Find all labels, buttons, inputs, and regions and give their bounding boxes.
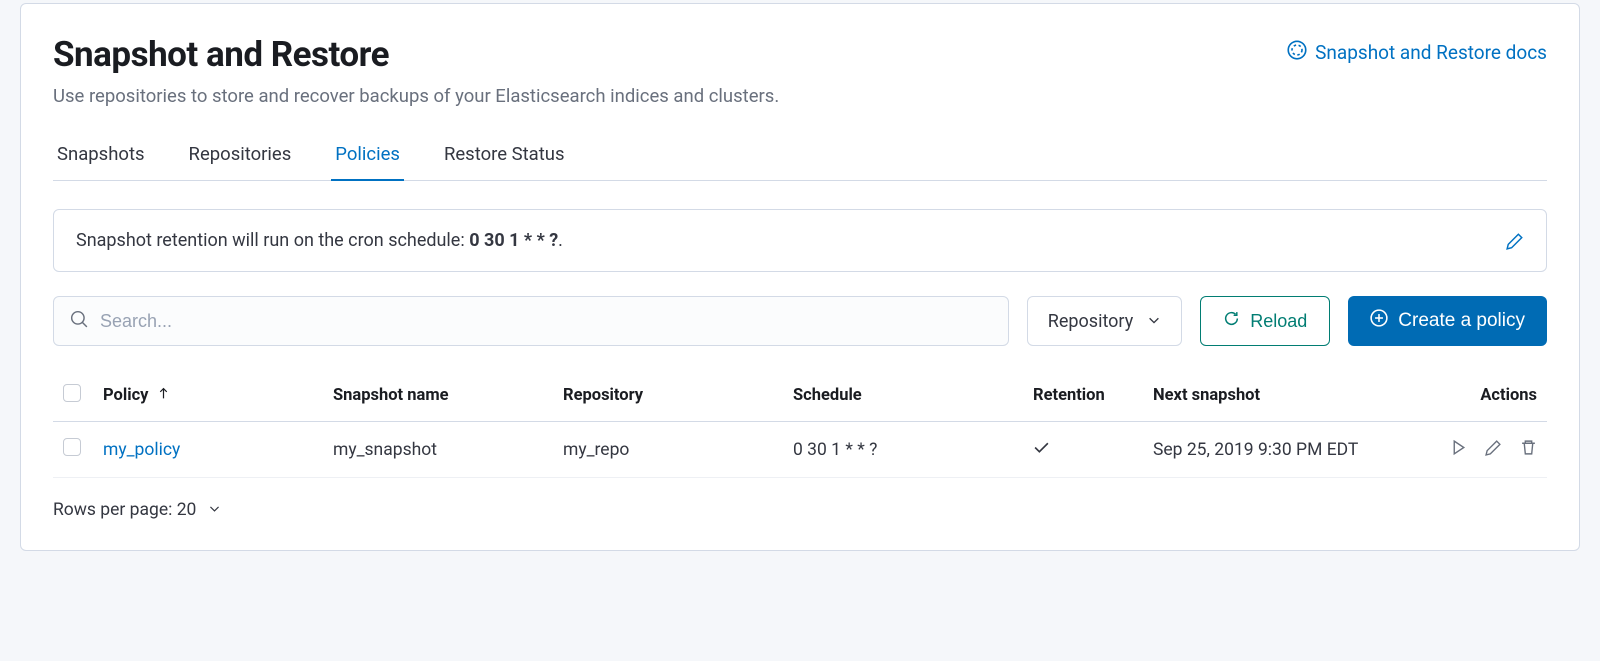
header-next-snapshot[interactable]: Next snapshot	[1143, 370, 1373, 422]
repository-filter-label: Repository	[1048, 311, 1133, 332]
docs-link-text: Snapshot and Restore docs	[1315, 41, 1547, 64]
tab-snapshots[interactable]: Snapshots	[53, 143, 149, 181]
page-title: Snapshot and Restore	[53, 34, 389, 75]
header-retention[interactable]: Retention	[1023, 370, 1143, 422]
tab-restore-status[interactable]: Restore Status	[440, 143, 569, 181]
delete-action[interactable]	[1520, 439, 1537, 456]
run-action[interactable]	[1450, 439, 1467, 456]
repository-filter[interactable]: Repository	[1027, 296, 1182, 346]
help-icon	[1287, 40, 1307, 65]
header-schedule[interactable]: Schedule	[783, 370, 1023, 422]
header-snapshot-name[interactable]: Snapshot name	[323, 370, 553, 422]
table-row: my_policy my_snapshot my_repo 0 30 1 * *…	[53, 422, 1547, 478]
policies-table: Policy Snapshot name Repository Schedule…	[53, 370, 1547, 478]
callout-text: Snapshot retention will run on the cron …	[76, 230, 563, 251]
header-repository[interactable]: Repository	[553, 370, 783, 422]
edit-action[interactable]	[1485, 439, 1502, 456]
callout-prefix: Snapshot retention will run on the cron …	[76, 230, 469, 251]
play-icon	[1450, 439, 1467, 456]
page-subtitle: Use repositories to store and recover ba…	[53, 85, 1547, 107]
trash-icon	[1520, 439, 1537, 456]
check-icon	[1033, 441, 1050, 461]
select-all-checkbox[interactable]	[63, 384, 81, 402]
search-icon	[70, 310, 88, 332]
callout-suffix: .	[558, 230, 563, 251]
header-policy[interactable]: Policy	[93, 370, 323, 422]
search-input[interactable]	[100, 311, 992, 332]
cell-snapshot-name: my_snapshot	[323, 422, 553, 478]
chevron-down-icon	[208, 500, 221, 520]
reload-button[interactable]: Reload	[1200, 296, 1330, 346]
tabs: Snapshots Repositories Policies Restore …	[53, 143, 1547, 181]
pencil-icon	[1506, 232, 1524, 250]
chevron-down-icon	[1147, 311, 1161, 332]
row-checkbox[interactable]	[63, 438, 81, 456]
sort-asc-icon	[157, 386, 170, 405]
docs-link[interactable]: Snapshot and Restore docs	[1287, 40, 1547, 65]
plus-circle-icon	[1370, 309, 1388, 333]
rows-per-page[interactable]: Rows per page: 20	[53, 500, 221, 520]
search-field[interactable]	[53, 296, 1009, 346]
header-policy-label: Policy	[103, 386, 148, 405]
rows-per-page-label: Rows per page: 20	[53, 500, 196, 520]
callout-cron: 0 30 1 * * ?	[469, 230, 558, 251]
cell-next-snapshot: Sep 25, 2019 9:30 PM EDT	[1143, 422, 1373, 478]
header-actions: Actions	[1373, 370, 1547, 422]
create-policy-button[interactable]: Create a policy	[1348, 296, 1547, 346]
reload-label: Reload	[1250, 311, 1307, 332]
edit-retention-button[interactable]	[1506, 232, 1524, 250]
cell-repository: my_repo	[553, 422, 783, 478]
policy-link[interactable]: my_policy	[103, 440, 180, 460]
cell-retention	[1023, 422, 1143, 478]
tab-policies[interactable]: Policies	[331, 143, 404, 181]
tab-repositories[interactable]: Repositories	[185, 143, 296, 181]
cell-schedule: 0 30 1 * * ?	[783, 422, 1023, 478]
refresh-icon	[1223, 310, 1240, 332]
retention-callout: Snapshot retention will run on the cron …	[53, 209, 1547, 272]
pencil-icon	[1485, 439, 1502, 456]
create-policy-label: Create a policy	[1398, 310, 1525, 332]
